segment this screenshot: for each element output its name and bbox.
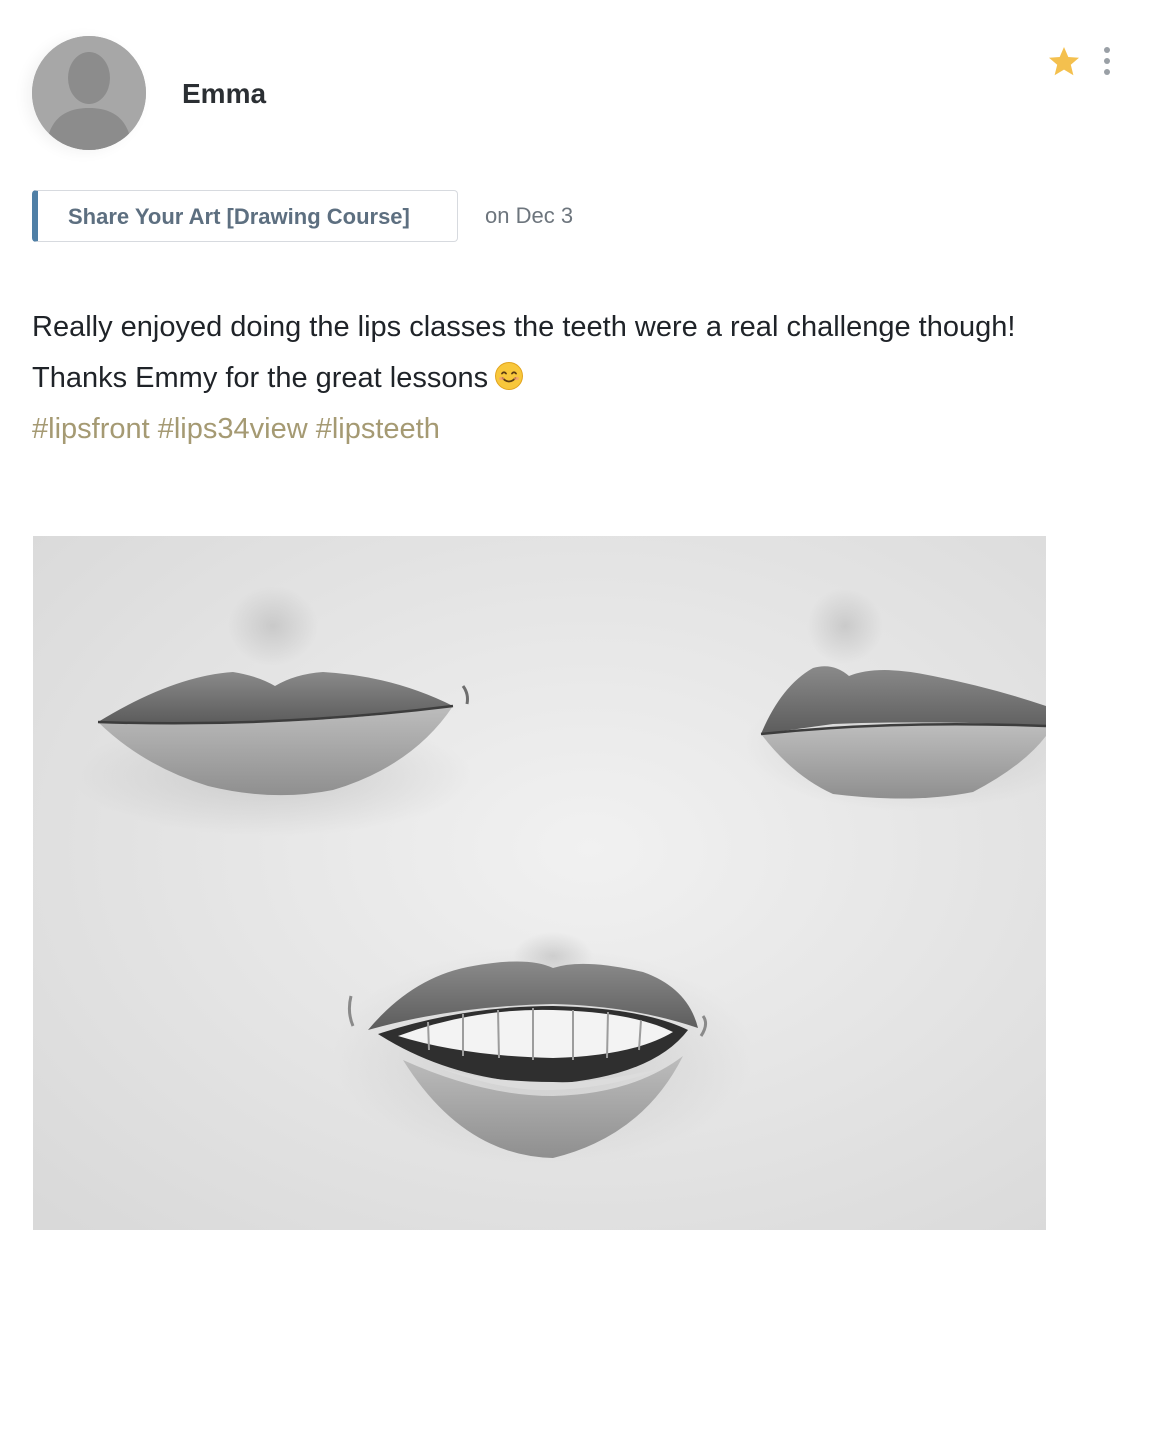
smiling-face-icon bbox=[494, 357, 524, 390]
hashtag-link[interactable]: #lipsteeth bbox=[316, 413, 440, 445]
post-image[interactable] bbox=[33, 536, 1046, 1230]
post-text-line-1: Really enjoyed doing the lips classes th… bbox=[32, 311, 1016, 343]
post-date: on Dec 3 bbox=[485, 203, 574, 228]
category-label: Share Your Art [Drawing Course] bbox=[68, 204, 410, 229]
vertical-dots-icon bbox=[1104, 47, 1110, 75]
post-text-line-2-text: Thanks Emmy for the great lessons bbox=[32, 362, 489, 394]
avatar[interactable] bbox=[32, 36, 146, 150]
hashtag-list: #lipsfront #lips34view #lipsteeth bbox=[32, 404, 1122, 455]
post-body: Really enjoyed doing the lips classes th… bbox=[32, 302, 1122, 455]
default-user-icon bbox=[32, 36, 146, 150]
star-icon bbox=[1049, 47, 1079, 76]
post-text-line-2: Thanks Emmy for the great lessons bbox=[32, 353, 1122, 404]
more-options-button[interactable] bbox=[1092, 44, 1122, 80]
favorite-button[interactable] bbox=[1046, 44, 1082, 80]
hashtag-link[interactable]: #lipsfront bbox=[32, 413, 150, 445]
author-name[interactable]: Emma bbox=[182, 76, 266, 112]
hashtag-link[interactable]: #lips34view bbox=[158, 413, 308, 445]
category-tag[interactable]: Share Your Art [Drawing Course] bbox=[32, 190, 458, 242]
